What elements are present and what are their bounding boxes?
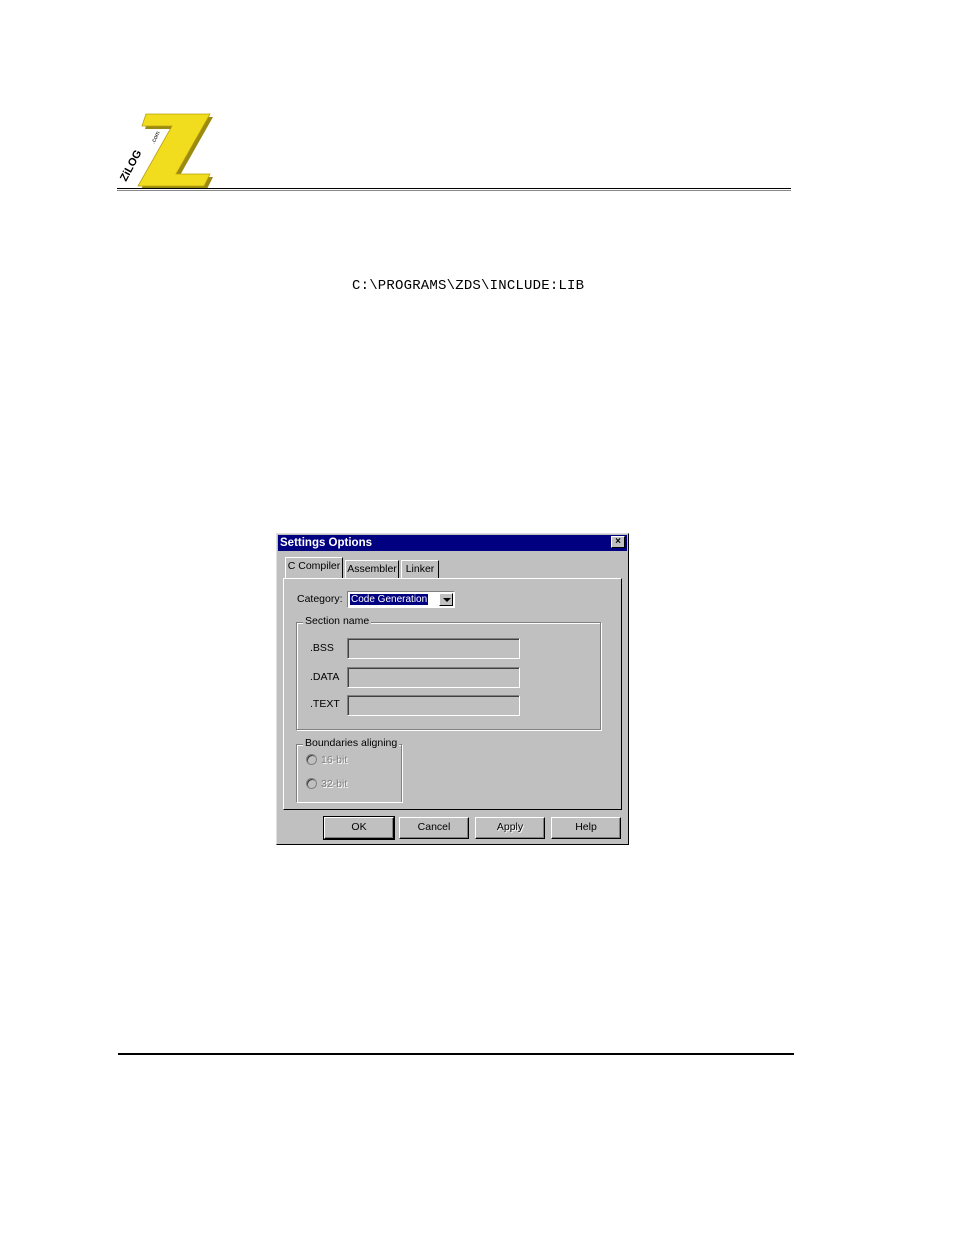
category-label: Category: xyxy=(297,593,343,605)
category-value: Code Generation xyxy=(348,593,430,606)
footer-rule xyxy=(118,1053,794,1055)
boundaries-aligning-group: Boundaries aligning xyxy=(296,737,402,802)
apply-button[interactable]: Apply xyxy=(475,817,545,839)
bss-label: .BSS xyxy=(310,642,334,654)
include-path-text: C:\PROGRAMS\ZDS\INCLUDE:LIB xyxy=(352,278,585,294)
tab-linker[interactable]: Linker xyxy=(401,560,439,578)
svg-text:ZiLOG: ZiLOG xyxy=(118,148,144,183)
tab-c-compiler[interactable]: C Compiler xyxy=(285,557,343,578)
dialog-titlebar: Settings Options × xyxy=(278,535,627,551)
ok-button[interactable]: OK xyxy=(323,816,395,840)
radio-16bit[interactable] xyxy=(306,754,317,765)
radio-32bit-label: 32-bit xyxy=(321,778,348,790)
boundaries-aligning-title: Boundaries aligning xyxy=(303,737,400,749)
header-rule-shadow xyxy=(117,190,791,191)
close-icon: × xyxy=(615,536,621,547)
text-label: .TEXT xyxy=(310,698,340,710)
bss-field[interactable] xyxy=(347,638,520,659)
zilog-logo: ZiLOG .com xyxy=(118,110,218,190)
help-button[interactable]: Help xyxy=(551,817,621,839)
close-button[interactable]: × xyxy=(611,536,625,548)
data-label: .DATA xyxy=(310,671,340,683)
chevron-down-icon[interactable] xyxy=(439,593,453,606)
text-field[interactable] xyxy=(347,695,520,716)
tab-strip: C Compiler Assembler Linker xyxy=(285,557,625,580)
data-field[interactable] xyxy=(347,667,520,688)
radio-16bit-label: 16-bit xyxy=(321,754,348,766)
dialog-title: Settings Options xyxy=(280,537,372,549)
radio-32bit[interactable] xyxy=(306,778,317,789)
settings-options-dialog: Settings Options × C Compiler Assembler … xyxy=(276,533,629,845)
tab-assembler[interactable]: Assembler xyxy=(345,560,399,578)
svg-text:.com: .com xyxy=(150,131,161,145)
category-select[interactable]: Code Generation xyxy=(347,591,455,608)
header-rule xyxy=(117,188,791,189)
section-name-title: Section name xyxy=(303,615,372,627)
cancel-button[interactable]: Cancel xyxy=(399,817,469,839)
